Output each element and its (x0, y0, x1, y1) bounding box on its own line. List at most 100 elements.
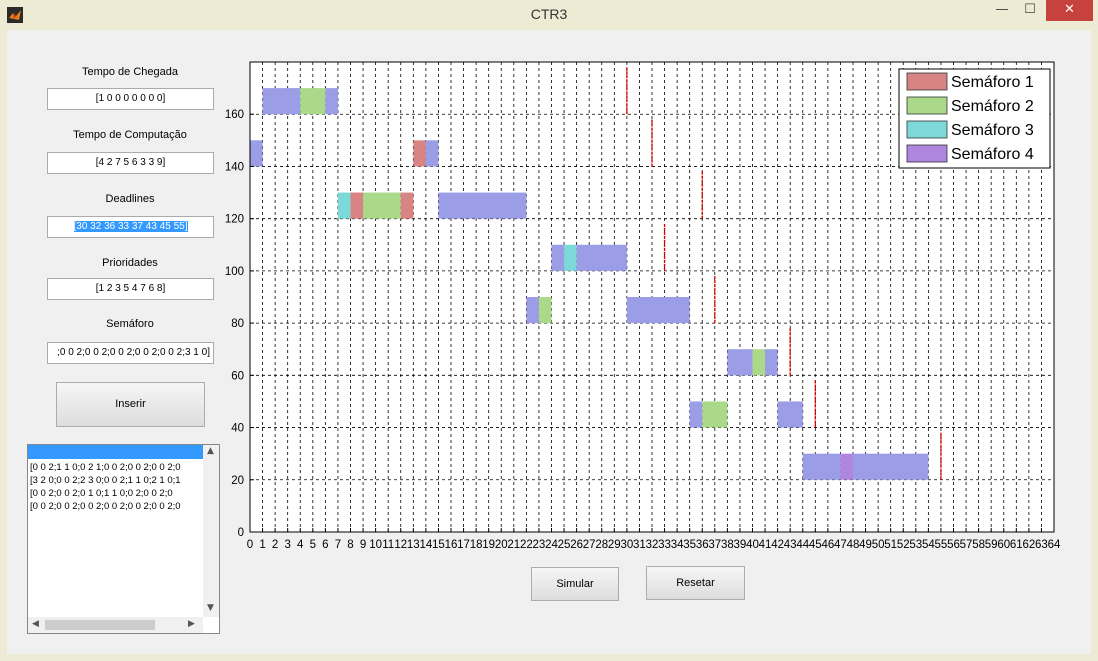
gantt-bar (325, 88, 338, 115)
gantt-bar (363, 192, 401, 219)
x-tick-label: 27 (583, 539, 596, 551)
x-tick-label: 4 (297, 539, 304, 551)
x-tick-label: 8 (347, 539, 353, 551)
x-tick-label: 17 (457, 539, 470, 551)
y-tick-label: 120 (225, 214, 244, 226)
x-tick-label: 16 (445, 539, 458, 551)
legend-swatch (906, 72, 948, 91)
x-tick-label: 25 (558, 539, 571, 551)
x-tick-label: 48 (847, 539, 860, 551)
x-tick-label: 19 (482, 539, 495, 551)
gantt-bar (551, 244, 565, 271)
legend-swatch (906, 144, 948, 163)
gantt-bar (752, 349, 766, 376)
x-tick-label: 10 (369, 539, 382, 551)
gantt-bar (702, 401, 728, 428)
gantt-chart: 0 1 2 3 4 5 6 7 8 9 10 11 12 13 14 15 16 17 18 19 20 21 22 23 24… (225, 61, 1061, 551)
x-tick-label: 50 (872, 539, 885, 551)
x-tick-label: 28 (595, 539, 608, 551)
x-tick-label: 21 (507, 539, 520, 551)
gantt-bar (727, 349, 753, 376)
x-tick-label: 1 (259, 539, 265, 551)
x-tick-label: 49 (859, 539, 872, 551)
x-tick-label: 62 (1022, 539, 1035, 551)
x-tick-label: 3 (284, 539, 290, 551)
gantt-bar (840, 453, 853, 480)
x-tick-label: 63 (1035, 539, 1048, 551)
x-tick-label: 56 (947, 539, 960, 551)
gantt-bar (350, 192, 364, 219)
x-tick-label: 22 (520, 539, 533, 551)
gantt-bar (300, 88, 326, 115)
gantt-bar (802, 453, 841, 480)
x-tick-label: 14 (419, 539, 432, 551)
x-tick-label: 42 (771, 539, 784, 551)
x-tick-label: 34 (671, 539, 684, 551)
x-tick-label: 12 (394, 539, 407, 551)
x-tick-label: 37 (708, 539, 721, 551)
legend-label: Semáforo 4 (951, 146, 1034, 163)
x-tick-label: 26 (570, 539, 583, 551)
gantt-bar (413, 140, 426, 167)
x-tick-label: 54 (922, 539, 935, 551)
x-tick-label: 15 (432, 539, 445, 551)
y-tick-label: 40 (231, 423, 244, 435)
x-tick-label: 45 (809, 539, 822, 551)
gantt-bar (626, 297, 690, 324)
gantt-bar (853, 453, 929, 480)
gantt-bar (564, 244, 577, 271)
x-tick-label: 20 (495, 539, 508, 551)
x-tick-label: 44 (796, 539, 809, 551)
x-tick-label: 30 (620, 539, 633, 551)
gantt-bar (262, 88, 301, 115)
x-tick-label: 47 (834, 539, 847, 551)
gantt-bar (425, 140, 439, 167)
x-tick-label: 39 (734, 539, 747, 551)
gantt-bar (337, 192, 351, 219)
x-tick-label: 41 (759, 539, 772, 551)
x-tick-label: 29 (608, 539, 621, 551)
x-tick-label: 51 (884, 539, 897, 551)
y-tick-label: 100 (225, 266, 244, 278)
gantt-bar (576, 244, 627, 271)
y-tick-label: 140 (225, 161, 244, 173)
x-tick-label: 24 (545, 539, 558, 551)
x-tick-label: 35 (683, 539, 696, 551)
legend-swatch (906, 96, 948, 115)
x-tick-label: 11 (382, 539, 394, 551)
gantt-bar (438, 192, 527, 219)
x-tick-label: 31 (633, 539, 646, 551)
legend-label: Semáforo 1 (951, 74, 1034, 91)
legend-label: Semáforo 2 (951, 98, 1034, 115)
x-tick-label: 61 (1010, 539, 1023, 551)
x-tick-label: 2 (272, 539, 278, 551)
x-tick-label: 36 (696, 539, 709, 551)
y-tick-label: 160 (225, 109, 244, 121)
x-tick-label: 55 (935, 539, 948, 551)
x-tick-label: 58 (972, 539, 985, 551)
gantt-bar (689, 401, 703, 428)
gantt-bar (777, 401, 803, 428)
x-tick-label: 46 (821, 539, 834, 551)
x-tick-label: 57 (960, 539, 973, 551)
x-tick-label: 7 (335, 539, 341, 551)
gantt-bar (526, 297, 539, 324)
x-tick-label: 40 (746, 539, 759, 551)
legend-label: Semáforo 3 (951, 122, 1034, 139)
x-tick-label: 53 (909, 539, 922, 551)
x-tick-label: 38 (721, 539, 734, 551)
x-tick-label: 64 (1048, 539, 1061, 551)
x-tick-label: 52 (897, 539, 910, 551)
x-tick-label: 13 (407, 539, 420, 551)
legend-swatch (906, 120, 948, 139)
x-tick-label: 0 (247, 539, 253, 551)
x-tick-label: 9 (360, 539, 366, 551)
gantt-bar (765, 349, 778, 376)
x-tick-label: 5 (310, 539, 316, 551)
y-tick-label: 20 (231, 475, 244, 487)
gantt-bar (250, 140, 263, 167)
x-tick-label: 60 (997, 539, 1010, 551)
gantt-bar (538, 297, 552, 324)
y-tick-label: 60 (231, 370, 244, 382)
x-tick-label: 23 (533, 539, 546, 551)
